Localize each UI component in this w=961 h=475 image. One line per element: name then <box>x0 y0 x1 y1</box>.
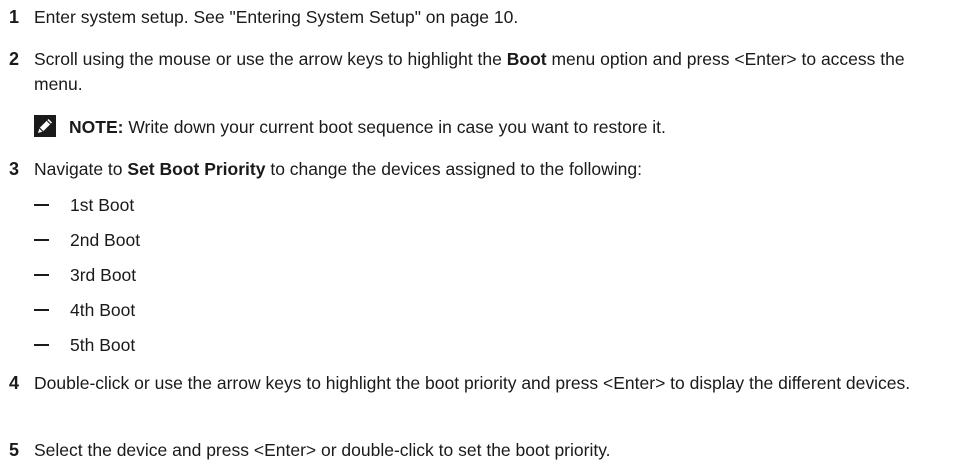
step-text: Navigate to Set Boot Priority to change … <box>34 159 642 179</box>
note: NOTE: Write down your current boot seque… <box>34 115 934 139</box>
boot-list-item: 3rd Boot <box>34 263 434 287</box>
document-page: 1 Enter system setup. See "Entering Syst… <box>0 0 961 475</box>
dash-bullet <box>34 274 49 276</box>
pencil-note-icon <box>34 115 56 137</box>
dash-bullet <box>34 309 49 311</box>
note-text: Write down your current boot sequence in… <box>123 117 666 137</box>
bold-term: Set Boot Priority <box>127 159 266 179</box>
step-text: Scroll using the mouse or use the arrow … <box>34 49 905 94</box>
boot-list-item: 5th Boot <box>34 333 434 357</box>
step-number: 2 <box>9 49 20 69</box>
boot-list-item: 4th Boot <box>34 298 434 322</box>
step-number: 3 <box>9 159 20 179</box>
step-number: 1 <box>9 7 20 27</box>
dash-bullet <box>34 239 49 241</box>
note-label: NOTE: <box>69 117 124 137</box>
bold-term: Boot <box>506 49 547 69</box>
step-number: 4 <box>9 373 20 393</box>
step-number: 5 <box>9 440 20 460</box>
step-text: Select the device and press <Enter> or d… <box>34 440 611 460</box>
step-text: Enter system setup. See "Entering System… <box>34 7 519 27</box>
dash-bullet <box>34 204 49 206</box>
step-text: Double-click or use the arrow keys to hi… <box>34 373 911 393</box>
boot-list-item: 2nd Boot <box>34 228 434 252</box>
boot-list-item: 1st Boot <box>34 193 434 217</box>
dash-bullet <box>34 344 49 346</box>
